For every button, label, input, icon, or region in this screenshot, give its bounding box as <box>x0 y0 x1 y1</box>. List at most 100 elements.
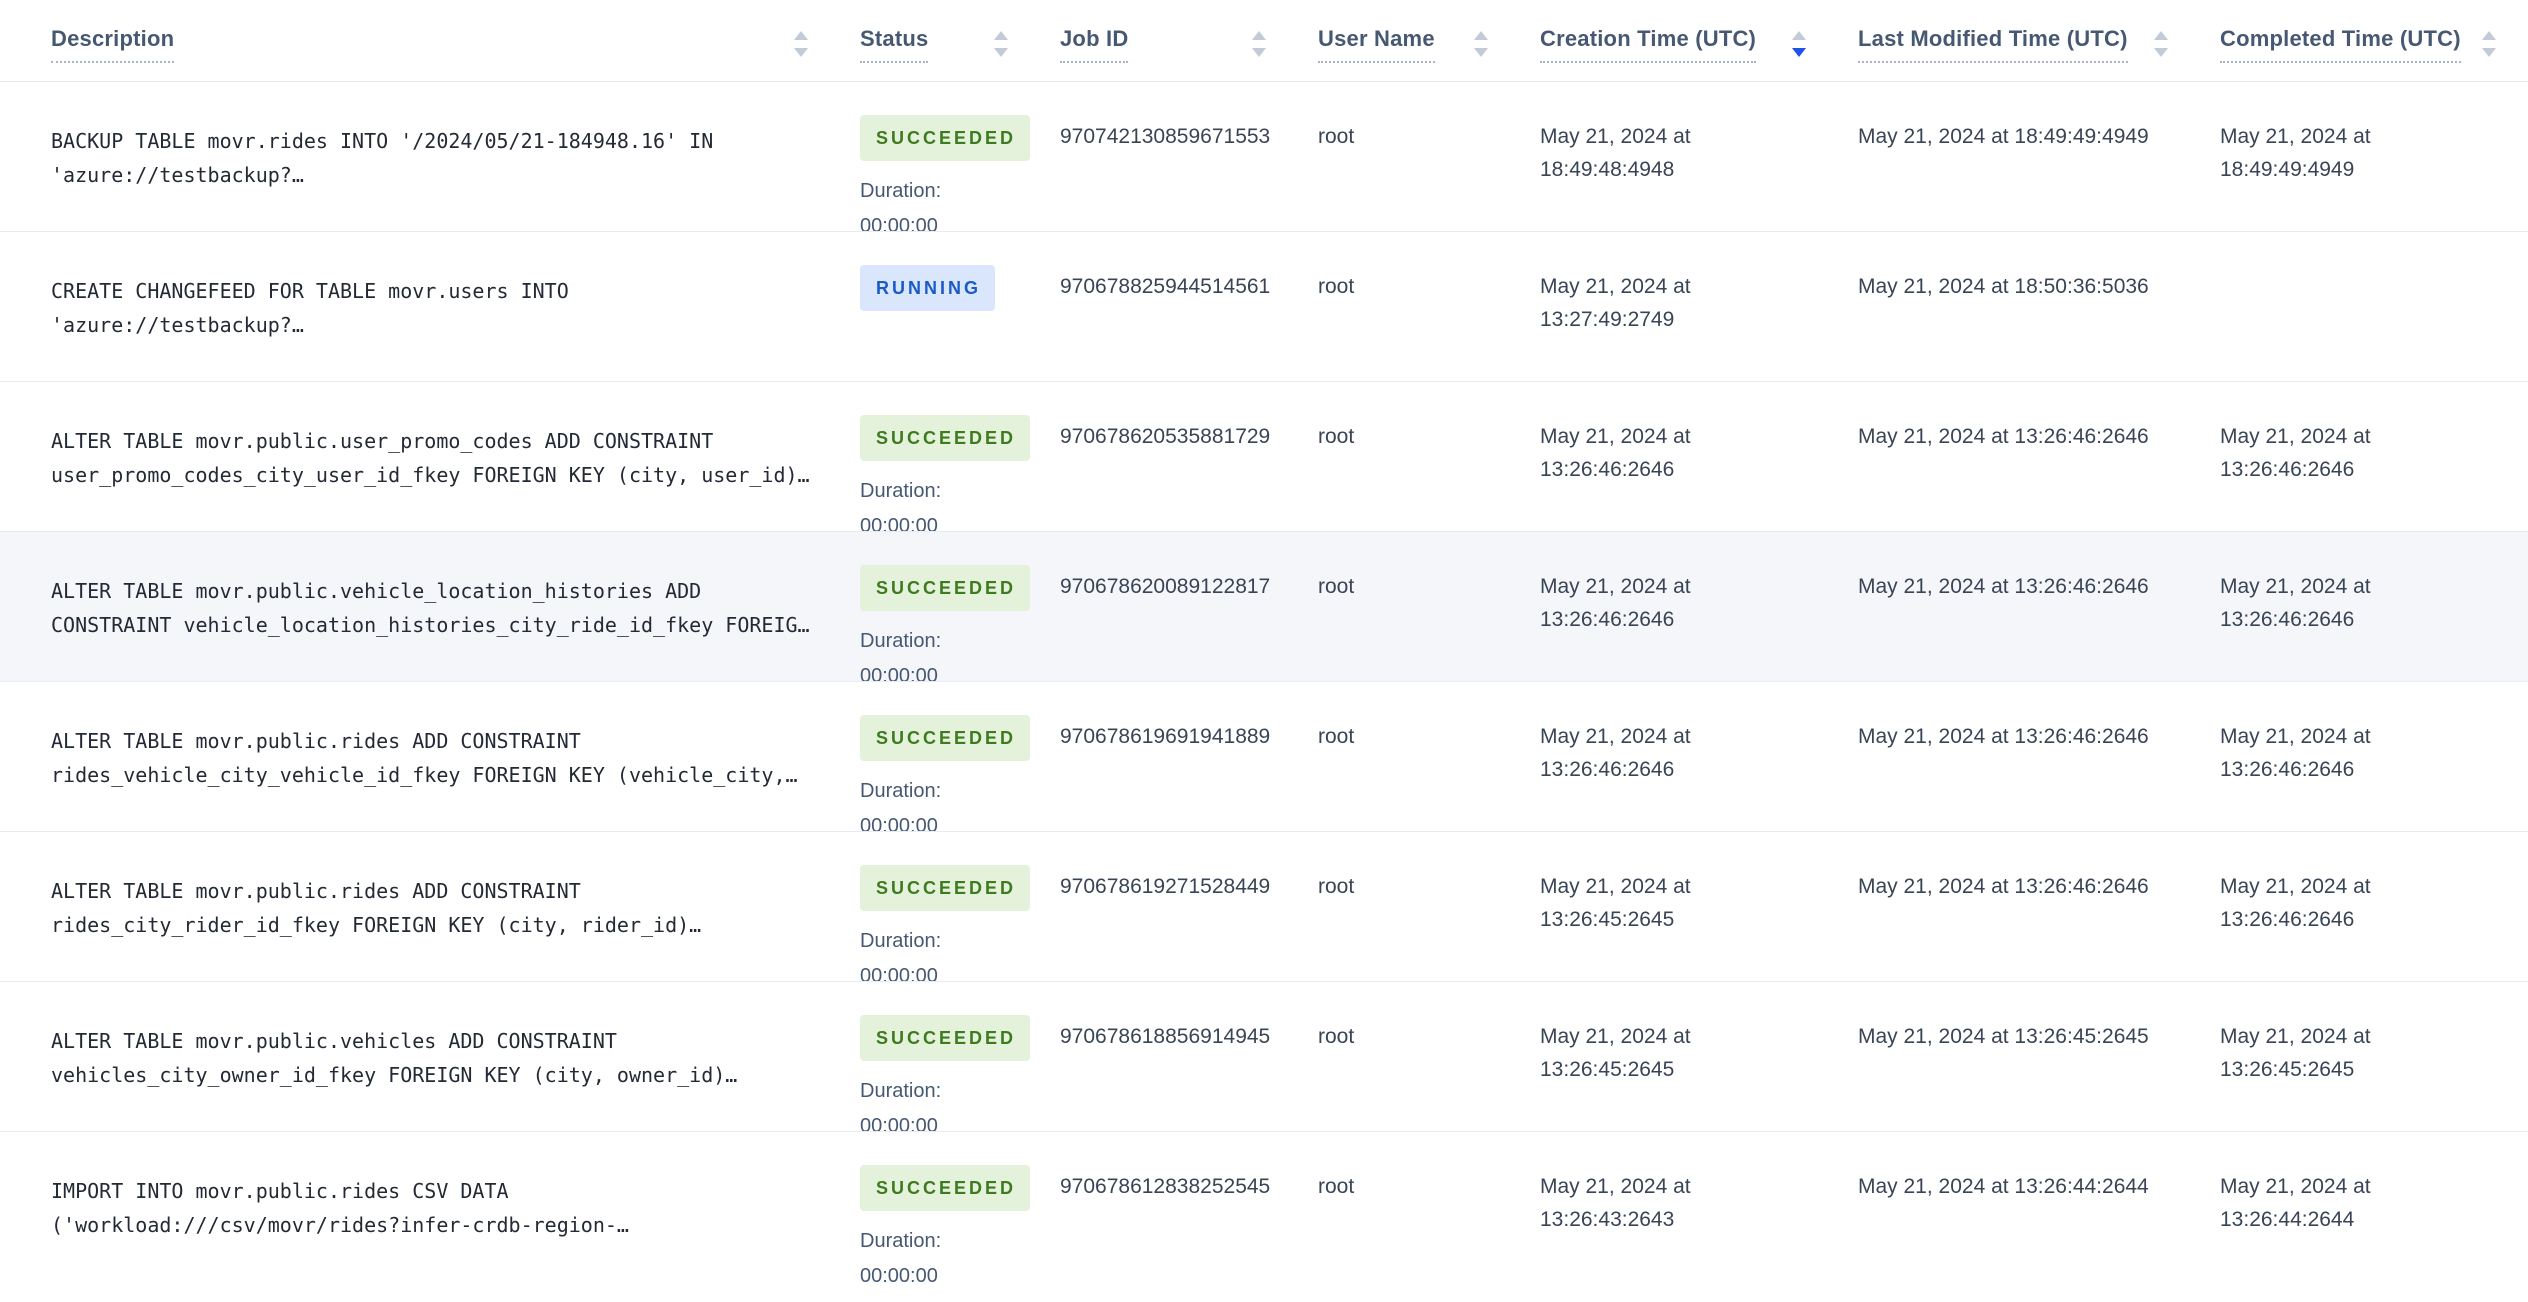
table-row[interactable]: IMPORT INTO movr.public.rides CSV DATA (… <box>0 1132 2528 1302</box>
status-badge: SUCCEEDED <box>860 415 1031 461</box>
status-badge: SUCCEEDED <box>860 865 1031 911</box>
sort-icon[interactable] <box>1250 28 1268 60</box>
duration-block: Duration: 00:00:00 <box>860 1224 1016 1294</box>
table-row[interactable]: ALTER TABLE movr.public.user_promo_codes… <box>0 382 2528 532</box>
duration-value: 00:00:00 <box>860 665 938 681</box>
status-badge: SUCCEEDED <box>860 715 1031 761</box>
column-header-creation-time-utc[interactable]: Creation Time (UTC) <box>1520 0 1838 81</box>
job-id-cell: 970678620089122817 <box>1060 575 1271 598</box>
column-header-last-modified-time-utc[interactable]: Last Modified Time (UTC) <box>1838 0 2200 81</box>
status-cell: SUCCEEDED Duration: 00:00:00 <box>840 832 1040 981</box>
job-description-link[interactable]: BACKUP TABLE movr.rides INTO '/2024/05/2… <box>51 129 713 187</box>
last-modified-time-cell: May 21, 2024 at 18:50:36:5036 <box>1858 275 2149 298</box>
column-header-label: Status <box>860 26 929 63</box>
column-header-status[interactable]: Status <box>840 0 1040 81</box>
duration-value: 00:00:00 <box>860 965 938 981</box>
user-name-cell: root <box>1318 725 1355 748</box>
description-cell: IMPORT INTO movr.public.rides CSV DATA (… <box>0 1132 840 1302</box>
column-header-label: Creation Time (UTC) <box>1540 26 1757 63</box>
duration-block: Duration: 00:00:00 <box>860 1074 1016 1131</box>
status-cell: SUCCEEDED Duration: 00:00:00 <box>840 532 1040 681</box>
jobs-table: Description Status Job ID User Name Crea… <box>0 0 2528 1302</box>
description-cell: ALTER TABLE movr.public.vehicle_location… <box>0 532 840 681</box>
sort-icon[interactable] <box>1790 28 1808 60</box>
duration-label: Duration: <box>860 1230 942 1252</box>
table-row[interactable]: ALTER TABLE movr.public.vehicles ADD CON… <box>0 982 2528 1132</box>
job-id-cell: 970678620535881729 <box>1060 425 1271 448</box>
duration-label: Duration: <box>860 930 942 952</box>
status-cell: SUCCEEDED Duration: 00:00:00 <box>840 982 1040 1131</box>
creation-time-cell: May 21, 2024 at 13:26:45:2645 <box>1540 875 1691 931</box>
duration-value: 00:00:00 <box>860 815 938 831</box>
job-id-cell: 970678619691941889 <box>1060 725 1271 748</box>
user-name-cell: root <box>1318 1175 1355 1198</box>
column-header-label: Job ID <box>1060 26 1129 63</box>
sort-icon[interactable] <box>1472 28 1490 60</box>
user-name-cell: root <box>1318 875 1355 898</box>
creation-time-cell: May 21, 2024 at 13:26:45:2645 <box>1540 1025 1691 1081</box>
status-cell: RUNNING <box>840 232 1040 381</box>
creation-time-cell: May 21, 2024 at 13:26:46:2646 <box>1540 725 1691 781</box>
table-row[interactable]: CREATE CHANGEFEED FOR TABLE movr.users I… <box>0 232 2528 382</box>
job-description-link[interactable]: IMPORT INTO movr.public.rides CSV DATA (… <box>51 1179 629 1237</box>
duration-value: 00:00:00 <box>860 215 938 231</box>
duration-label: Duration: <box>860 180 942 202</box>
job-description-link[interactable]: ALTER TABLE movr.public.vehicles ADD CON… <box>51 1029 737 1087</box>
column-header-job-id[interactable]: Job ID <box>1040 0 1298 81</box>
last-modified-time-cell: May 21, 2024 at 13:26:46:2646 <box>1858 725 2149 748</box>
table-body: BACKUP TABLE movr.rides INTO '/2024/05/2… <box>0 82 2528 1302</box>
column-header-completed-time-utc[interactable]: Completed Time (UTC) <box>2200 0 2528 81</box>
job-description-link[interactable]: ALTER TABLE movr.public.vehicle_location… <box>51 579 810 637</box>
table-row[interactable]: ALTER TABLE movr.public.vehicle_location… <box>0 532 2528 682</box>
status-badge: RUNNING <box>860 265 995 311</box>
duration-label: Duration: <box>860 1080 942 1102</box>
job-id-cell: 970678612838252545 <box>1060 1175 1271 1198</box>
table-row[interactable]: ALTER TABLE movr.public.rides ADD CONSTR… <box>0 832 2528 982</box>
job-description-link[interactable]: ALTER TABLE movr.public.rides ADD CONSTR… <box>51 879 701 937</box>
job-id-cell: 970742130859671553 <box>1060 125 1271 148</box>
duration-value: 00:00:00 <box>860 1265 938 1287</box>
user-name-cell: root <box>1318 1025 1355 1048</box>
column-header-user-name[interactable]: User Name <box>1298 0 1520 81</box>
last-modified-time-cell: May 21, 2024 at 13:26:45:2645 <box>1858 1025 2149 1048</box>
job-id-cell: 970678619271528449 <box>1060 875 1271 898</box>
creation-time-cell: May 21, 2024 at 13:26:46:2646 <box>1540 575 1691 631</box>
table-row[interactable]: BACKUP TABLE movr.rides INTO '/2024/05/2… <box>0 82 2528 232</box>
duration-label: Duration: <box>860 780 942 802</box>
status-badge: SUCCEEDED <box>860 565 1031 611</box>
completed-time-cell: May 21, 2024 at 13:26:44:2644 <box>2220 1175 2371 1231</box>
column-header-label: Description <box>51 26 175 63</box>
column-header-label: User Name <box>1318 26 1435 63</box>
last-modified-time-cell: May 21, 2024 at 13:26:46:2646 <box>1858 575 2149 598</box>
duration-block: Duration: 00:00:00 <box>860 774 1016 831</box>
job-description-link[interactable]: ALTER TABLE movr.public.user_promo_codes… <box>51 429 810 487</box>
sort-icon[interactable] <box>2152 28 2170 60</box>
column-header-description[interactable]: Description <box>0 0 840 81</box>
completed-time-cell: May 21, 2024 at 13:26:45:2645 <box>2220 1025 2371 1081</box>
status-badge: SUCCEEDED <box>860 1015 1031 1061</box>
job-id-cell: 970678825944514561 <box>1060 275 1271 298</box>
sort-icon[interactable] <box>2480 28 2498 60</box>
job-id-cell: 970678618856914945 <box>1060 1025 1271 1048</box>
completed-time-cell: May 21, 2024 at 13:26:46:2646 <box>2220 875 2371 931</box>
job-description-link[interactable]: CREATE CHANGEFEED FOR TABLE movr.users I… <box>51 279 569 337</box>
creation-time-cell: May 21, 2024 at 13:26:43:2643 <box>1540 1175 1691 1231</box>
status-cell: SUCCEEDED Duration: 00:00:00 <box>840 382 1040 531</box>
description-cell: ALTER TABLE movr.public.rides ADD CONSTR… <box>0 682 840 831</box>
job-description-link[interactable]: ALTER TABLE movr.public.rides ADD CONSTR… <box>51 729 798 787</box>
column-header-label: Last Modified Time (UTC) <box>1858 26 2128 63</box>
description-cell: CREATE CHANGEFEED FOR TABLE movr.users I… <box>0 232 840 381</box>
table-row[interactable]: ALTER TABLE movr.public.rides ADD CONSTR… <box>0 682 2528 832</box>
completed-time-cell <box>2200 232 2528 381</box>
creation-time-cell: May 21, 2024 at 13:26:46:2646 <box>1540 425 1691 481</box>
last-modified-time-cell: May 21, 2024 at 13:26:44:2644 <box>1858 1175 2149 1198</box>
creation-time-cell: May 21, 2024 at 18:49:48:4948 <box>1540 125 1691 181</box>
duration-block: Duration: 00:00:00 <box>860 474 1016 531</box>
status-cell: SUCCEEDED Duration: 00:00:00 <box>840 1132 1040 1302</box>
sort-icon[interactable] <box>992 28 1010 60</box>
table-header-row: Description Status Job ID User Name Crea… <box>0 0 2528 82</box>
creation-time-cell: May 21, 2024 at 13:27:49:2749 <box>1540 275 1691 331</box>
completed-time-cell: May 21, 2024 at 13:26:46:2646 <box>2220 575 2371 631</box>
status-badge: SUCCEEDED <box>860 1165 1031 1211</box>
sort-icon[interactable] <box>792 28 810 60</box>
